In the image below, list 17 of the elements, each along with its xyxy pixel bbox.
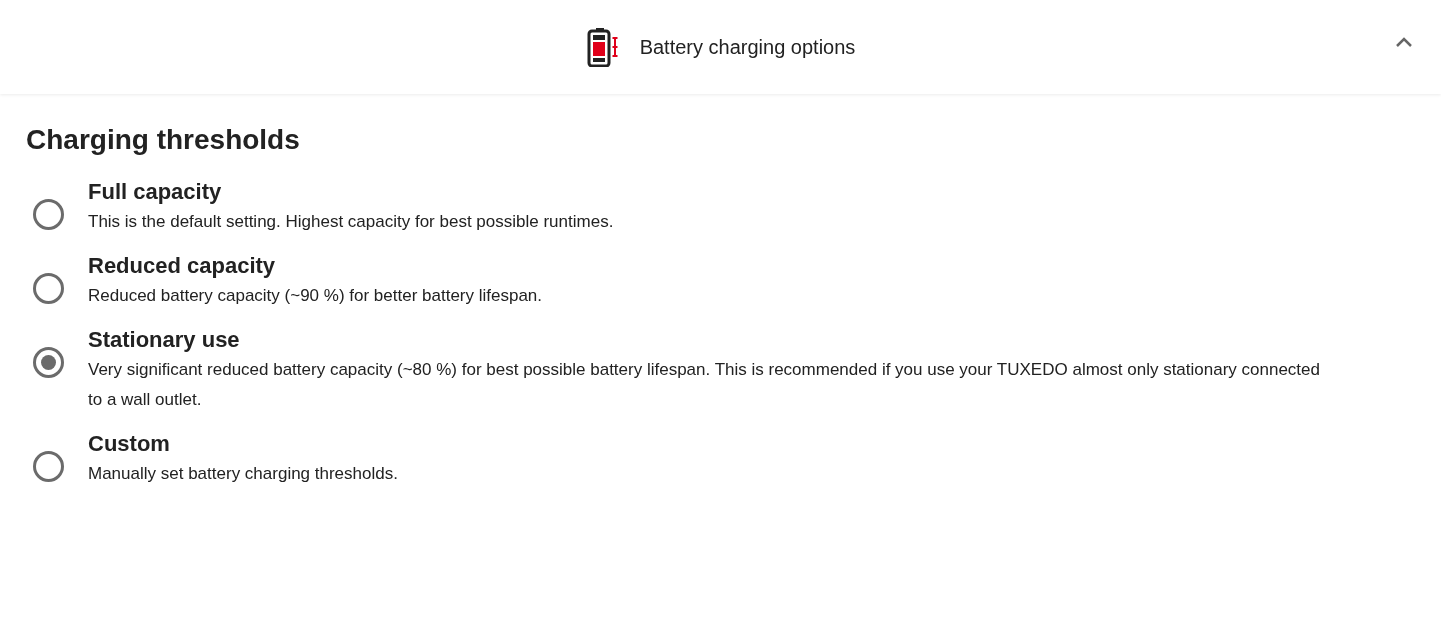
option-description: Manually set battery charging thresholds. [88,463,398,485]
option-title: Stationary use [88,326,240,354]
radio-button[interactable] [33,272,64,304]
panel-title: Battery charging options [639,35,856,60]
battery-icon [585,27,620,67]
option-description: Reduced battery capacity (~90 %) for better battery lifespan. [88,285,543,307]
panel-header[interactable]: Battery charging options [0,0,1441,94]
section-heading: Charging thresholds [26,123,301,157]
option-description: This is the default setting. Highest capacity for best possible runtimes. [88,211,614,233]
option-title: Full capacity [88,178,222,206]
radio-button[interactable] [33,450,64,482]
option-title: Reduced capacity [88,252,276,280]
radio-button[interactable] [33,198,64,230]
radio-button[interactable] [33,346,64,378]
option-description: Very significant reduced battery capacity (~80 %) for best possible battery lifespan. This is recommended if you use your TUXEDO almost only stationary connected to a wall outlet. [88,359,1321,411]
option-title: Custom [88,430,170,458]
chevron-up-icon[interactable] [1395,36,1413,48]
